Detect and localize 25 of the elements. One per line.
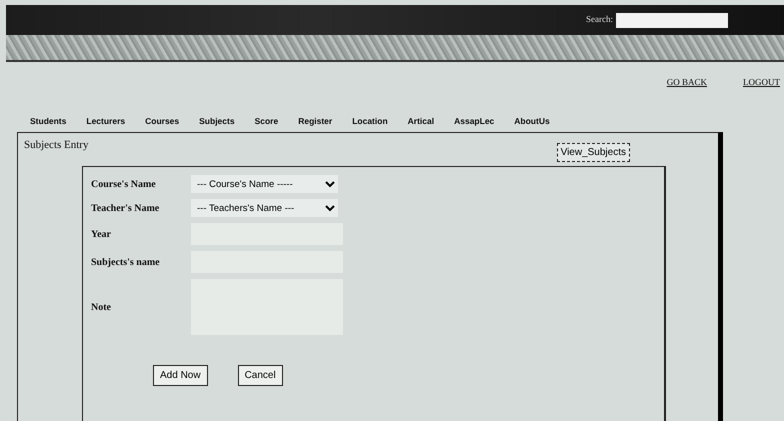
- form-button[interactable]: Add Now: [153, 365, 208, 386]
- field-label: Course's Name: [91, 178, 157, 192]
- nav-link[interactable]: Location: [352, 114, 388, 128]
- field-label: Teacher's Name: [91, 202, 160, 216]
- nav-link[interactable]: Subjects: [199, 114, 235, 128]
- field-label: Year: [91, 228, 112, 242]
- search-label: Search:: [586, 13, 613, 26]
- nav-link[interactable]: Courses: [145, 114, 180, 128]
- dropdown[interactable]: --- Course's Name -----: [191, 175, 338, 194]
- form-button[interactable]: Cancel: [238, 365, 283, 386]
- nav-link[interactable]: Lecturers: [86, 114, 126, 128]
- panel-title: Subjects Entry: [24, 138, 88, 154]
- top-link[interactable]: LOGOUT: [743, 76, 780, 90]
- top-link[interactable]: GO BACK: [666, 76, 707, 90]
- nav-link[interactable]: Score: [254, 114, 278, 128]
- dropdown[interactable]: --- Teachers's Name ---: [191, 199, 338, 218]
- nav-link[interactable]: AssapLec: [454, 114, 494, 128]
- nav-link[interactable]: Students: [30, 114, 66, 128]
- view-button[interactable]: View_Subjects: [556, 143, 630, 162]
- field-label: Note: [91, 300, 112, 315]
- nav-link[interactable]: Artical: [408, 114, 434, 128]
- nav-link[interactable]: AboutUs: [514, 114, 550, 128]
- field-label: Subjects's name: [91, 256, 161, 270]
- nav-link[interactable]: Register: [298, 114, 332, 128]
- search-field[interactable]: [616, 12, 728, 28]
